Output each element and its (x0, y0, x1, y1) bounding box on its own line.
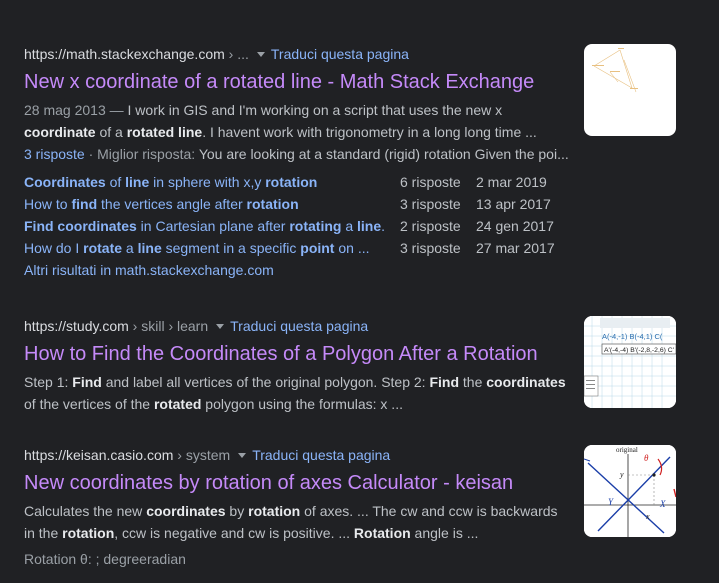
related-question-text: in sphere with x,y (149, 174, 266, 190)
related-question-text: rotate (83, 240, 123, 256)
related-question-row: How do I rotate a line segment in a spec… (24, 237, 704, 259)
snippet-text: and label all vertices of the original p… (101, 374, 430, 390)
result-thumbnail-1[interactable] (584, 44, 676, 136)
related-question-text: of (105, 174, 126, 190)
related-question-text: segment in a specific (161, 240, 301, 256)
related-question-text: Coordinates (24, 174, 106, 190)
answers-line: 3 risposte · Miglior risposta: You are l… (24, 143, 572, 165)
related-question-text: line (137, 240, 162, 256)
related-questions: Coordinates of line in sphere with x,y r… (24, 171, 704, 259)
related-question-link[interactable]: Coordinates of line in sphere with x,y r… (24, 171, 400, 193)
snippet-text: of the vertices of the (24, 396, 154, 412)
translate-link[interactable]: Traduci questa pagina (271, 46, 409, 62)
snippet-bold: coordinate (24, 124, 96, 140)
answer-count: 2 risposte (400, 218, 461, 234)
worksheet-thumbnail-icon: A(-4,-1) B(-4,1) C( A'(-4,-4) B'(-2,8,-2… (584, 316, 676, 408)
translate-link[interactable]: Traduci questa pagina (230, 318, 368, 334)
related-question-text: line (125, 174, 150, 190)
related-question-text: line (357, 218, 382, 234)
related-question-text: in Cartesian plane after (136, 218, 290, 234)
snippet-bold: rotation (62, 525, 115, 541)
answer-count: 3 risposte (400, 196, 461, 212)
snippet-text: , ccw is negative and cw is positive. ..… (114, 525, 354, 541)
answers-link[interactable]: 3 risposte (24, 146, 85, 162)
snippet-bold: Find (429, 374, 460, 390)
snippet-text: polygon using the formulas: x ... (201, 396, 403, 412)
answer-count: 3 risposte (400, 240, 461, 256)
snippet-text: Step 1: (24, 374, 73, 390)
related-question-link[interactable]: How do I rotate a line segment in a spec… (24, 237, 400, 259)
thumb-X: X (659, 499, 666, 509)
dropdown-arrow-icon[interactable] (216, 323, 225, 329)
snippet-bold: Find (72, 374, 102, 390)
result-snippet: Step 1: Find and label all vertices of t… (24, 371, 572, 415)
related-question-text: the vertices angle after (97, 196, 247, 212)
related-question-text: on ... (334, 240, 370, 256)
snippet-bold: coordinates (486, 374, 566, 390)
related-question-row: Find coordinates in Cartesian plane afte… (24, 215, 704, 237)
question-date: 24 gen 2017 (476, 218, 554, 234)
dropdown-arrow-icon[interactable] (238, 452, 247, 458)
question-date: 13 apr 2017 (476, 196, 551, 212)
thumb-y: y (619, 470, 624, 479)
related-question-text: How to (24, 196, 72, 212)
related-question-link[interactable]: Find coordinates in Cartesian plane afte… (24, 215, 400, 237)
snippet-text: Calculates the new (24, 503, 147, 519)
related-question-text: find (71, 196, 98, 212)
related-question-text: rotation (246, 196, 299, 212)
result-domain[interactable]: https://math.stackexchange.com (24, 46, 225, 62)
thumb-x: x (645, 512, 650, 521)
snippet-text: I work in GIS and I'm working on a scrip… (127, 102, 503, 118)
related-question-text: a (341, 218, 358, 234)
related-question-text: Find coordinates (24, 218, 137, 234)
snippet-text: by (225, 503, 249, 519)
question-date: 27 mar 2017 (476, 240, 555, 256)
related-question-row: Coordinates of line in sphere with x,y r… (24, 171, 704, 193)
result-snippet: 28 mag 2013 — I work in GIS and I'm work… (24, 99, 572, 143)
snippet-bold: rotated (153, 396, 202, 412)
related-question-text: . (381, 218, 386, 234)
snippet-text: angle is ... (410, 525, 479, 541)
result-thumbnail-3[interactable]: original θ y x Y X (584, 445, 676, 537)
answer-count: 6 risposte (400, 174, 461, 190)
snippet-bold: Rotation (353, 525, 411, 541)
best-answer-text: You are looking at a standard (rigid) ro… (198, 146, 569, 162)
translate-link[interactable]: Traduci questa pagina (252, 447, 390, 463)
related-question-text: rotating (289, 218, 342, 234)
diagram-thumbnail-icon (592, 48, 638, 93)
result-footer: Rotation θ: ; degreeradian (24, 548, 572, 570)
thumb-line-1: A(-4,-1) B(-4,1) C( (602, 332, 663, 341)
result-path: › ... (224, 46, 249, 62)
more-results-link[interactable]: Altri risultati in math.stackexchange.co… (24, 259, 704, 281)
result-domain[interactable]: https://study.com (24, 318, 129, 334)
snippet-date: 28 mag 2013 — (24, 102, 128, 118)
snippet-bold: rotated line (126, 124, 203, 140)
question-date: 2 mar 2019 (476, 174, 547, 190)
snippet-text: the (459, 374, 487, 390)
thumb-line-2: A'(-4,-4) B'(-2,8,-2,6) C' (604, 347, 674, 354)
axes-rotation-diagram-icon: original θ y x Y X (584, 445, 676, 537)
best-answer-label: · Miglior risposta: (84, 146, 199, 162)
snippet-bold: rotation (248, 503, 301, 519)
related-question-text: rotation (265, 174, 318, 190)
rotation-footer: Rotation θ: ; degreeradian (24, 551, 186, 567)
related-question-text: point (300, 240, 335, 256)
result-snippet: Calculates the new coordinates by rotati… (24, 500, 572, 544)
related-question-row: How to find the vertices angle after rot… (24, 193, 704, 215)
result-domain[interactable]: https://keisan.casio.com (24, 447, 173, 463)
related-question-link[interactable]: How to find the vertices angle after rot… (24, 193, 400, 215)
thumb-theta: θ (644, 453, 649, 463)
result-thumbnail-2[interactable]: A(-4,-1) B(-4,1) C( A'(-4,-4) B'(-2,8,-2… (584, 316, 676, 408)
snippet-text: of a (95, 124, 127, 140)
result-path: › system (173, 447, 231, 463)
dropdown-arrow-icon[interactable] (256, 51, 265, 57)
thumb-original-label: original (616, 446, 638, 454)
related-question-text: How do I (24, 240, 84, 256)
snippet-bold: coordinates (146, 503, 226, 519)
related-question-text: a (122, 240, 138, 256)
snippet-text: . I havent work with trigonometry in a l… (202, 124, 537, 140)
result-path: › skill › learn (128, 318, 209, 334)
